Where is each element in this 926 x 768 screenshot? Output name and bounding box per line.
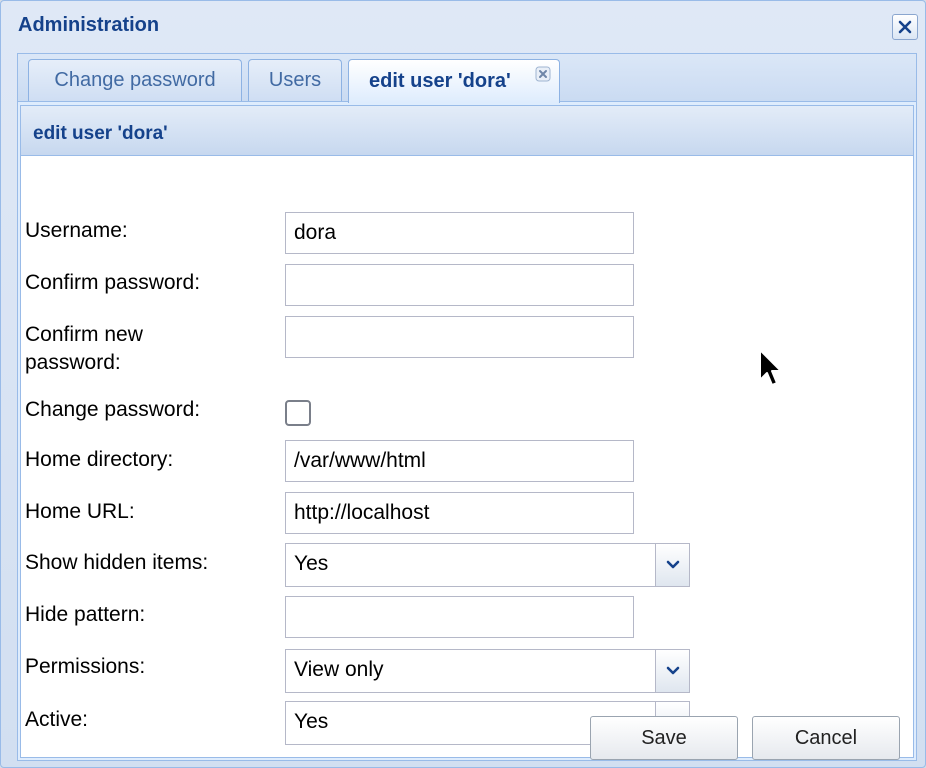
- permissions-select[interactable]: View only: [285, 649, 690, 693]
- tab-users[interactable]: Users: [248, 59, 342, 101]
- confirm-password-input[interactable]: [285, 264, 634, 306]
- change-password-label: Change password:: [25, 398, 201, 421]
- button-bar: Save Cancel: [18, 704, 916, 762]
- permissions-value: View only: [294, 658, 384, 681]
- tab-label: Users: [268, 69, 322, 91]
- panel-title: edit user 'dora': [33, 123, 168, 144]
- home-url-label: Home URL:: [25, 500, 135, 523]
- save-button[interactable]: Save: [590, 716, 738, 760]
- tab-strip: Change password Users edit user 'dora': [18, 54, 916, 103]
- close-icon: [898, 20, 912, 34]
- tab-panel: Change password Users edit user 'dora' e…: [17, 53, 917, 761]
- tab-close-button[interactable]: [535, 66, 551, 82]
- username-input[interactable]: [285, 212, 634, 254]
- show-hidden-label: Show hidden items:: [25, 551, 209, 574]
- chevron-down-icon: [666, 560, 679, 569]
- hide-pattern-label: Hide pattern:: [25, 603, 146, 626]
- chevron-down-icon: [666, 666, 679, 675]
- tab-change-password[interactable]: Change password: [28, 59, 242, 101]
- permissions-dropdown-button[interactable]: [655, 650, 689, 692]
- window-close-button[interactable]: [892, 14, 918, 40]
- save-button-label: Save: [641, 726, 687, 749]
- confirm-password-label: Confirm password:: [25, 271, 201, 294]
- admin-window: Administration Change password Users edi…: [0, 0, 926, 768]
- home-url-input[interactable]: [285, 492, 634, 534]
- confirm-new-password-input[interactable]: [285, 316, 634, 358]
- show-hidden-dropdown-button[interactable]: [655, 544, 689, 586]
- permissions-label: Permissions:: [25, 655, 146, 678]
- home-directory-label: Home directory:: [25, 448, 174, 471]
- edit-user-panel: edit user 'dora' Username: Confirm passw…: [20, 105, 914, 758]
- tab-edit-user[interactable]: edit user 'dora': [348, 59, 560, 103]
- tab-label: Change password: [54, 69, 216, 91]
- username-label: Username:: [25, 219, 128, 242]
- panel-header: edit user 'dora': [21, 106, 913, 156]
- tab-label: edit user 'dora': [369, 70, 511, 92]
- change-password-checkbox[interactable]: [285, 400, 311, 426]
- show-hidden-value: Yes: [294, 552, 329, 575]
- tab-close-icon: [535, 66, 551, 82]
- mouse-pointer-icon: [759, 349, 782, 386]
- show-hidden-select[interactable]: Yes: [285, 543, 690, 587]
- window-header[interactable]: Administration: [1, 1, 925, 49]
- cancel-button-label: Cancel: [794, 726, 858, 749]
- cancel-button[interactable]: Cancel: [752, 716, 900, 760]
- window-title: Administration: [18, 14, 160, 36]
- confirm-new-password-label: Confirm new password:: [25, 323, 143, 374]
- hide-pattern-input[interactable]: [285, 596, 634, 638]
- home-directory-input[interactable]: [285, 440, 634, 482]
